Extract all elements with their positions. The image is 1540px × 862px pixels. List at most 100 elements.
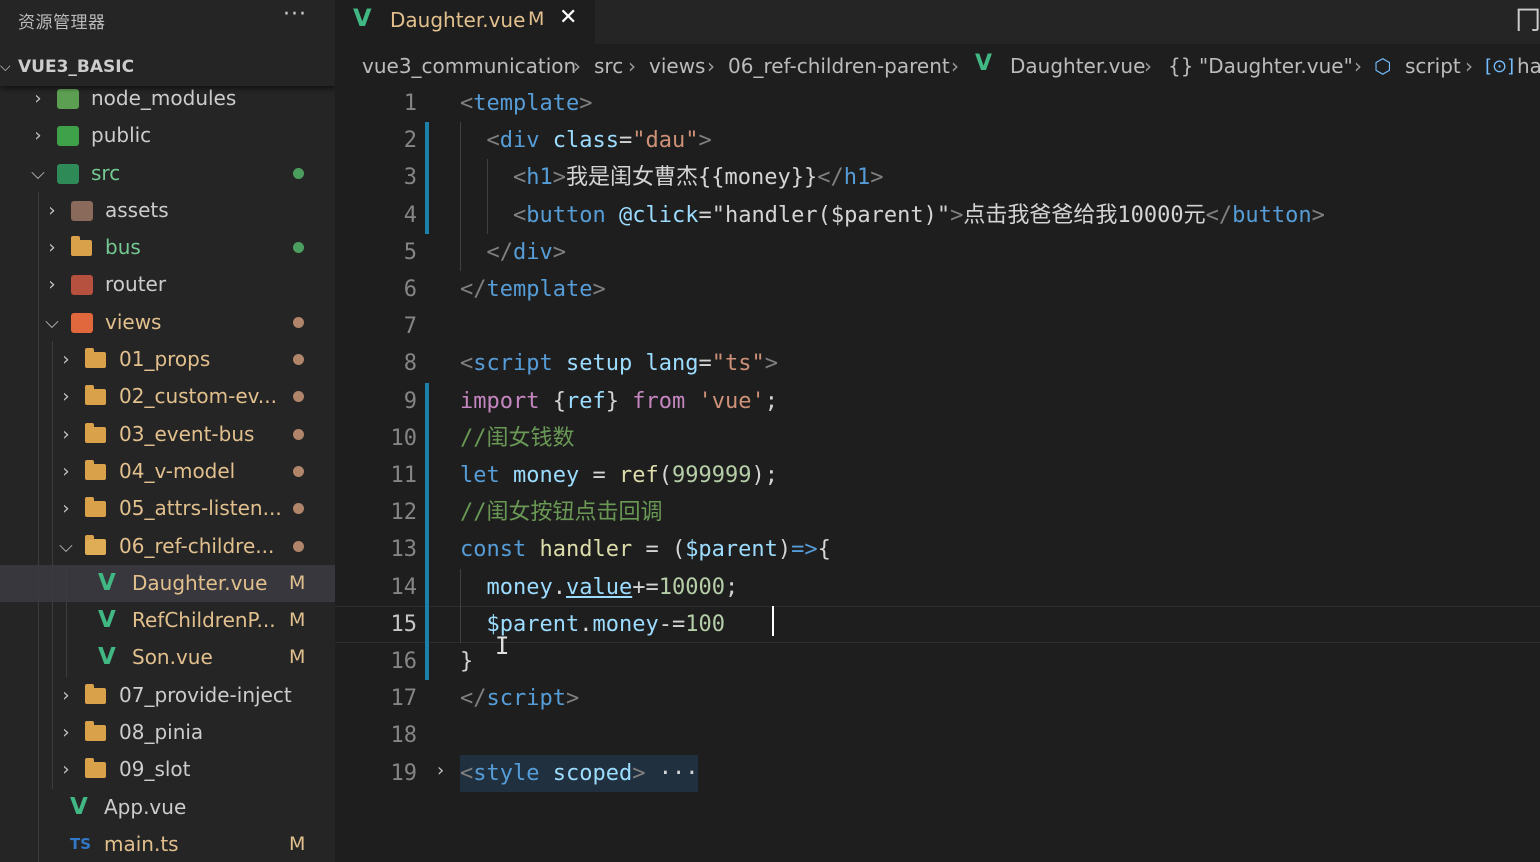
tree-item-label: 02_custom-ev... [119,384,277,409]
code-line[interactable]: 12 //闺女按钮点击回调 [335,494,1540,531]
code-line[interactable]: 6 </template> [335,271,1540,308]
indent-guide [38,602,39,640]
code-line[interactable]: 8 <script setup lang="ts"> [335,345,1540,382]
chevron-down-icon[interactable]: ⌵ [44,304,60,341]
folder-icon [85,758,106,779]
code-token: ; [764,388,778,414]
more-actions-icon[interactable]: ··· [283,2,307,27]
line-number: 15 [390,611,418,637]
chevron-right-icon[interactable]: › [44,192,60,229]
code-token: . [579,611,593,637]
chevron-right-icon[interactable]: › [58,341,74,378]
chevron-right-icon[interactable]: › [30,117,46,154]
chevron-right-icon[interactable]: › [58,751,74,788]
file-item[interactable]: V App.vue [0,788,335,826]
code-line[interactable]: 15 $parent.money-=100 [335,605,1540,643]
chevron-down-icon[interactable]: ⌵ [0,59,11,75]
tree-item-label: public [91,123,152,148]
code-line[interactable]: 17 </script> [335,680,1540,717]
tree-item-label: src [91,160,121,185]
breadcrumb-item[interactable]: views [649,54,705,78]
code-line[interactable]: 19 <style scoped> ··· [335,754,1540,792]
folder-item[interactable]: › 07_provide-inject [0,676,335,715]
folder-icon [85,721,106,742]
breadcrumb-item[interactable]: script [1405,54,1461,78]
chevron-right-icon[interactable]: › [58,378,74,415]
code-line[interactable]: 9 import {ref} from 'vue'; [335,383,1540,420]
folder-item[interactable]: › 05_attrs-listen... [0,490,335,528]
line-number: 16 [390,649,418,674]
folder-item[interactable]: › 08_pinia [0,714,335,752]
file-item[interactable]: TS main.ts M [0,825,335,862]
chevron-right-icon[interactable]: › [58,714,74,751]
chevron-right-icon[interactable]: › [58,490,74,527]
chevron-right-icon[interactable]: › [58,677,74,714]
folder-item[interactable]: ⌵ views [0,303,335,342]
code-token: setup [565,351,633,377]
code-text: //闺女钱数 [460,420,575,457]
folder-item[interactable]: ⌵ 06_ref-childre... [0,527,335,565]
code-line[interactable]: 1 <template> [335,85,1540,122]
code-line[interactable]: 2 <div class="dau"> [335,122,1540,159]
breadcrumb-item[interactable]: src [594,54,623,78]
file-item[interactable]: V Daughter.vue M [0,564,335,603]
chevron-right-icon[interactable]: › [437,760,444,781]
folder-item[interactable]: › 03_event-bus [0,415,335,453]
line-number: 8 [403,351,417,377]
file-item[interactable]: V Son.vue M [0,639,335,677]
tab-daughter-vue[interactable]: V Daughter.vue M ✕ [335,0,595,44]
folder-item[interactable]: › bus [0,229,335,267]
breadcrumb-item[interactable]: Daughter.vue [1010,54,1145,78]
code-text: money.value+=10000; [460,569,739,606]
folder-item[interactable]: › 09_slot [0,751,335,789]
breadcrumb-item[interactable]: 06_ref-children-parent [728,54,950,78]
line-number: 5 [403,239,417,265]
folder-item[interactable]: › router [0,266,335,304]
chevron-right-icon[interactable]: › [58,416,74,453]
code-token: } [460,649,474,674]
code-text: <h1>我是闺女曹杰{{money}}</h1> [460,159,883,196]
code-token: </ [817,165,844,191]
breadcrumb-item[interactable]: ha [1517,54,1540,78]
code-line[interactable]: 10 //闺女钱数 [335,420,1540,457]
folder-item[interactable]: › 02_custom-ev... [0,378,335,416]
code-token: import [460,388,540,414]
project-header[interactable]: ⌵ VUE3_BASIC [0,48,335,86]
code-token: < [512,165,527,191]
chevron-right-icon[interactable]: › [58,453,74,490]
folder-item[interactable]: › assets [0,191,335,230]
code-text: import {ref} from 'vue'; [460,383,778,420]
code-line[interactable]: 11 let money = ref(999999); [335,457,1540,494]
breadcrumb-item[interactable]: "Daughter.vue" [1199,54,1353,78]
folder-item[interactable]: › 04_v-model [0,452,335,491]
code-line[interactable]: 7 [335,308,1540,345]
breadcrumb-item[interactable]: vue3_communication [362,54,576,78]
tree-item-label: 03_event-bus [119,421,255,446]
code-line[interactable]: 14 money.value+=10000; [335,569,1540,606]
line-number: 11 [390,463,418,488]
indent-guide [52,676,53,715]
router-folder-icon [71,275,93,296]
code-line[interactable]: 13 const handler = ($parent)=>{ [335,531,1540,568]
indent-guide [38,303,39,342]
chevron-right-icon: › [1354,54,1362,78]
code-line[interactable]: 18 [335,717,1540,754]
folder-item[interactable]: ⌵ src [0,155,335,192]
braces-icon: {} [1168,54,1194,78]
chevron-down-icon[interactable]: ⌵ [58,528,74,565]
split-editor-icon[interactable]: 冂 [1515,0,1540,37]
code-line[interactable]: 16} [335,643,1540,680]
chevron-right-icon[interactable]: › [44,266,60,303]
code-line[interactable]: 3 <h1>我是闺女曹杰{{money}}</h1> [335,159,1540,196]
folder-item[interactable]: › 01_props [0,341,335,379]
folder-icon [85,348,106,369]
chevron-down-icon[interactable]: ⌵ [30,155,46,192]
code-line[interactable]: 5 </div> [335,234,1540,271]
file-item[interactable]: V RefChildrenP... M [0,602,335,640]
close-icon[interactable]: ✕ [559,5,577,30]
chevron-right-icon[interactable]: › [44,229,60,266]
folder-item[interactable]: › public [0,117,335,154]
code-line[interactable]: 4 <button @click="handler($parent)">点击我爸… [335,197,1540,234]
code-editor[interactable]: 1 <template> 2 <div class="dau"> 3 <h1>我是闺女… [335,86,1540,862]
